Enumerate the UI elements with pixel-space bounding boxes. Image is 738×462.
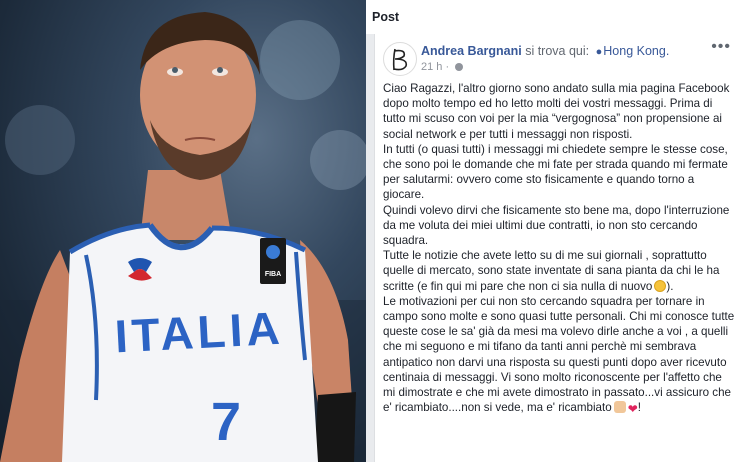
post-card: Andrea Bargnani si trova qui: ●Hong Kong… (374, 34, 738, 462)
post-paragraph: Ciao Ragazzi, l'altro giorno sono andato… (383, 82, 730, 141)
post-panel: Post Andrea Bargnani si trova qui: ●Hong… (366, 0, 738, 462)
fiba-badge: FIBA (260, 238, 286, 284)
location-link[interactable]: Hong Kong. (603, 44, 669, 58)
smile-emoji-icon (654, 279, 667, 292)
post-paragraph: Tutte le notizie che avete letto su di m… (383, 248, 737, 294)
author-line: Andrea Bargnani si trova qui: ●Hong Kong… (421, 44, 669, 58)
post-time[interactable]: 21 h (421, 61, 442, 73)
fiba-badge-text: FIBA (265, 271, 281, 278)
avatar[interactable] (383, 42, 417, 76)
player-photo: FIBA ITALIA 7 (0, 0, 366, 462)
post-paragraph-end: ! (637, 401, 641, 415)
signature-logo-icon (392, 48, 408, 71)
globe-icon (455, 63, 464, 71)
post-paragraph-text: Le motivazioni per cui non sto cercando … (383, 294, 735, 415)
player-illustration: FIBA ITALIA 7 (0, 12, 366, 462)
heart-emoji-icon: ❤ (627, 402, 638, 417)
post-paragraph: Le motivazioni per cui non sto cercando … (383, 294, 737, 418)
meta-separator: · (445, 61, 450, 73)
jersey-text: ITALIA (114, 302, 285, 363)
post-paragraph-end: ). (666, 279, 674, 293)
post-paragraph: Quindi volevo dirvi che fisicamente sto … (383, 203, 730, 248)
location-pin-icon: ● (595, 46, 603, 58)
location-prefix: si trova qui: (525, 44, 590, 58)
post-text: Ciao Ragazzi, l'altro giorno sono andato… (383, 81, 737, 417)
author-name[interactable]: Andrea Bargnani (421, 44, 522, 58)
thumbs-up-emoji-icon (613, 401, 626, 414)
panel-title: Post (372, 10, 400, 24)
post-meta: 21 h · (421, 61, 464, 73)
post-paragraph: In tutti (o quasi tutti) i messaggi mi c… (383, 142, 728, 202)
panel-header: Post (366, 0, 738, 34)
more-dots-icon[interactable]: ••• (711, 38, 731, 56)
jersey-number: 7 (211, 392, 241, 452)
